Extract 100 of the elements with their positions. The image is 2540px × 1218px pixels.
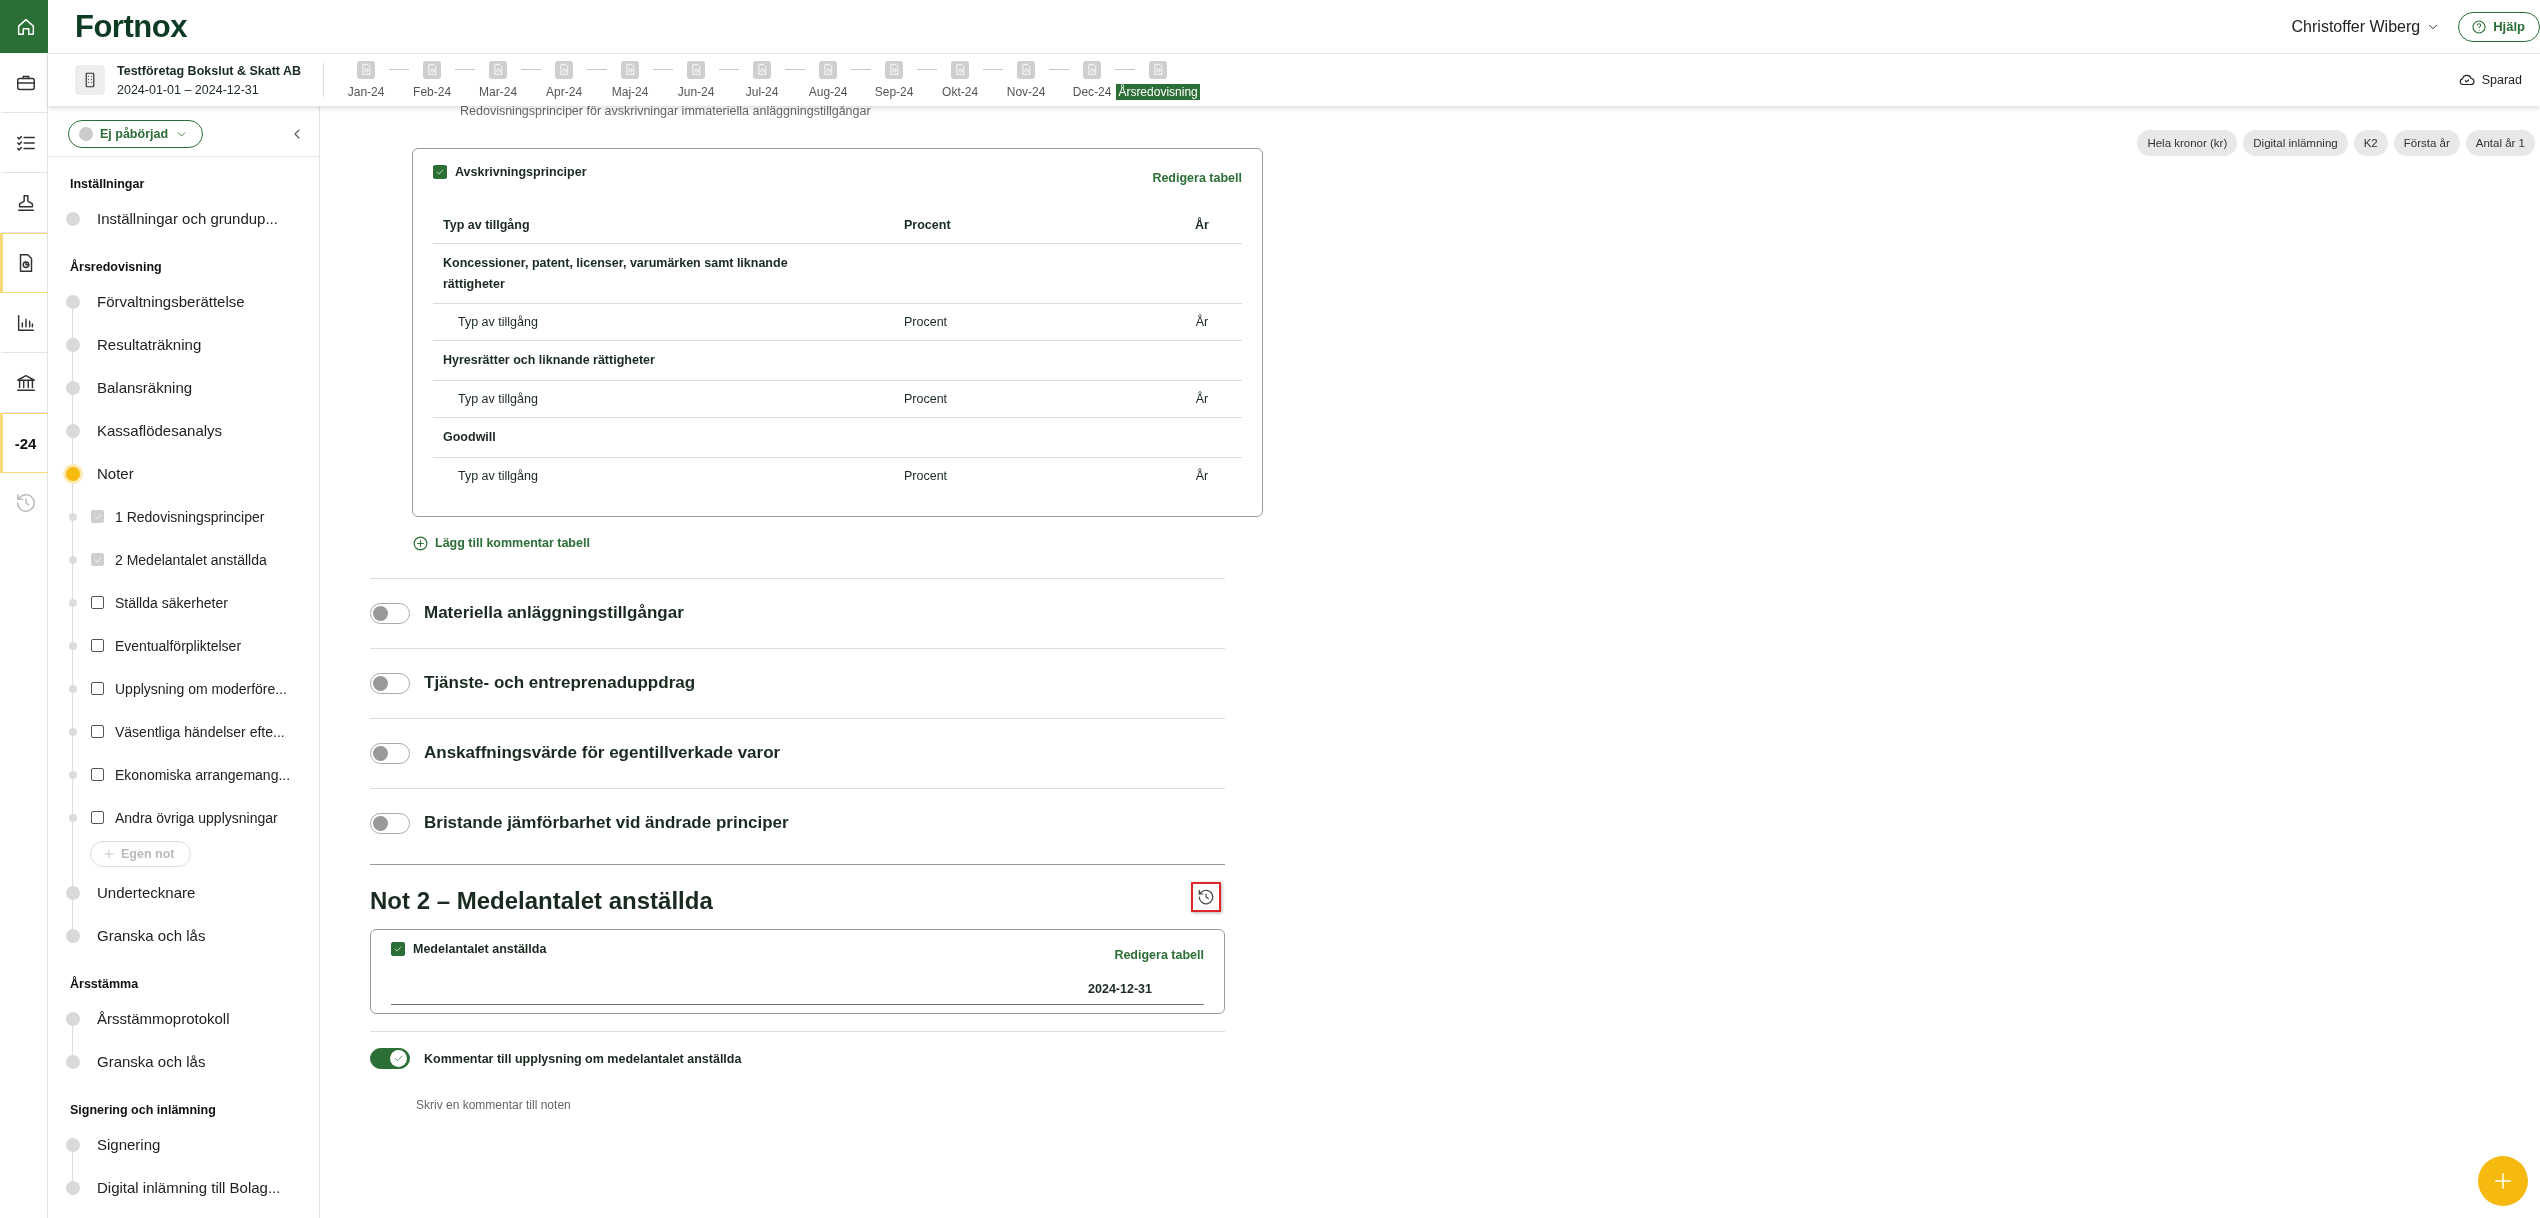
section-toggle-label: Materiella anläggningstillgångar (424, 603, 684, 623)
nav-item[interactable]: Undertecknare (48, 871, 319, 914)
step-dot (69, 598, 77, 607)
edit-table-link[interactable]: Redigera tabell (1152, 171, 1242, 185)
column-header: Typ av tillgång (433, 207, 894, 244)
table-cell: Procent (894, 304, 1162, 342)
checkbox[interactable] (91, 811, 104, 824)
nav-item[interactable]: Granska och lås (48, 914, 319, 957)
checkbox[interactable] (91, 596, 104, 609)
checkbox[interactable] (91, 639, 104, 652)
setting-chip[interactable]: Första år (2393, 130, 2460, 156)
note-item[interactable]: 2 Medelantalet anställda (48, 538, 319, 581)
period-step[interactable]: Maj-24 (609, 83, 651, 100)
history-icon (1197, 887, 1215, 906)
table-cell-text: Procent (903, 467, 949, 485)
section-toggle-label: Tjänste- och entreprenaduppdrag (424, 673, 696, 693)
nav-item[interactable]: Inställningar och grundup... (48, 197, 319, 240)
nav-item[interactable]: Digital inlämning till Bolag... (48, 1166, 319, 1209)
period-step[interactable]: Aug-24 (806, 83, 850, 100)
nav-item[interactable]: Balansräkning (48, 366, 319, 409)
step-dot (69, 512, 77, 521)
history-button[interactable] (1191, 881, 1221, 912)
column-header: År (1162, 207, 1242, 244)
nav-label: Årsstämmoprotokoll (97, 1010, 230, 1027)
plus-icon (2492, 1170, 2514, 1192)
setting-chip[interactable]: Digital inlämning (2243, 130, 2348, 156)
nav-item[interactable]: Förvaltningsberättelse (48, 280, 319, 323)
nav-label: Inställningar och grundup... (97, 210, 278, 227)
section-heading: Signering och inlämning (69, 1102, 217, 1119)
checkbox[interactable] (91, 682, 104, 695)
table-title: Avskrivningsprinciper (455, 165, 587, 179)
step-dot (69, 641, 77, 650)
checkbox[interactable] (433, 165, 447, 179)
period-step[interactable]: Årsredovisning (1116, 83, 1200, 100)
table-title: Medelantalet anställda (413, 941, 547, 956)
nav-item[interactable]: Årsstämmoprotokoll (48, 997, 319, 1040)
nav-label: Undertecknare (97, 884, 196, 901)
table-cell-text: År (1194, 467, 1210, 485)
group-title: Goodwill (443, 428, 496, 446)
note-heading: Not 2 – Medelantalet anställda (370, 885, 713, 915)
nav-item[interactable]: Signering (48, 1123, 319, 1166)
period-step[interactable]: Feb-24 (411, 83, 454, 100)
nav-item[interactable]: Kassaflödesanalys (48, 409, 319, 452)
note-label: Ekonomiska arrangemang... (115, 766, 291, 783)
add-comment-link[interactable]: Lägg till kommentar tabell (412, 534, 590, 552)
period-step[interactable]: Sep-24 (872, 83, 916, 100)
setting-chip[interactable]: Antal år 1 (2465, 130, 2535, 156)
note-item[interactable]: Eventualförpliktelser (48, 624, 319, 667)
note-item[interactable]: Andra övriga upplysningar (48, 796, 319, 839)
period-step[interactable]: Jun-24 (675, 83, 717, 100)
step-dot (69, 684, 77, 693)
note-item[interactable]: Ställda säkerheter (48, 581, 319, 624)
nav-label: Resultaträkning (97, 336, 202, 353)
year-button[interactable]: -24 (0, 413, 48, 473)
help-icon (2471, 18, 2488, 35)
setting-chip[interactable]: Hela kronor (kr) (2137, 130, 2238, 156)
group-title: Koncessioner, patent, licenser, varumärken samt liknande rättigheter (443, 255, 789, 293)
period-step[interactable]: Apr-24 (544, 83, 585, 100)
step-dot (69, 813, 77, 822)
period-step[interactable]: Jan-24 (345, 83, 387, 100)
checkbox[interactable] (391, 941, 405, 956)
period-step[interactable]: Jul-24 (743, 83, 781, 100)
period-step[interactable]: Okt-24 (940, 83, 981, 100)
note-label: Eventualförpliktelser (115, 637, 242, 654)
check-icon (393, 1053, 404, 1064)
status-icon (79, 127, 93, 141)
document-button[interactable] (0, 233, 48, 293)
period-step[interactable]: Nov-24 (1004, 83, 1048, 100)
note-item[interactable]: Ekonomiska arrangemang... (48, 753, 319, 796)
note-label: Upplysning om moderföre... (115, 680, 287, 697)
toggle-label: Kommentar till upplysning om medelantalet anställda (424, 1051, 742, 1066)
note-item[interactable]: Upplysning om moderföre... (48, 667, 319, 710)
save-status: Sparad (2481, 73, 2522, 87)
comment-field[interactable]: Skriv en kommentar till noten (416, 1097, 916, 1138)
nav-item[interactable]: Noter (48, 452, 319, 495)
plus-circle-icon (412, 534, 429, 552)
setting-chip[interactable]: K2 (2353, 130, 2388, 156)
step-dot (69, 770, 77, 779)
user-menu[interactable]: Christoffer Wiberg (2291, 17, 2441, 36)
column-header: Procent (894, 207, 1162, 244)
nav-label: Noter (97, 465, 134, 482)
nav-item[interactable]: Granska och lås (48, 1040, 319, 1083)
nav-label: Granska och lås (97, 1053, 206, 1070)
column-header: 2024-12-31 (1088, 981, 1152, 996)
checkbox[interactable] (91, 725, 104, 738)
note-item[interactable]: Väsentliga händelser efte... (48, 710, 319, 753)
check-icon (435, 167, 445, 177)
note-item[interactable]: 1 Redovisningsprinciper (48, 495, 319, 538)
period-step[interactable]: Mar-24 (477, 83, 520, 100)
checkbox[interactable] (91, 768, 104, 781)
note-label: Väsentliga händelser efte... (115, 723, 285, 740)
company-name: Testföretag Bokslut & Skatt AB (117, 63, 302, 78)
table-cell: Procent (894, 380, 1162, 418)
table-cell-text: Typ av tillgång (457, 467, 539, 485)
nav-item[interactable]: Resultaträkning (48, 323, 319, 366)
edit-table-link[interactable]: Redigera tabell (1114, 947, 1204, 962)
period-step[interactable]: Dec-24 (1070, 83, 1114, 100)
history-icon (14, 492, 37, 514)
toggle-switch[interactable] (370, 1048, 410, 1069)
home-button[interactable] (0, 0, 48, 53)
